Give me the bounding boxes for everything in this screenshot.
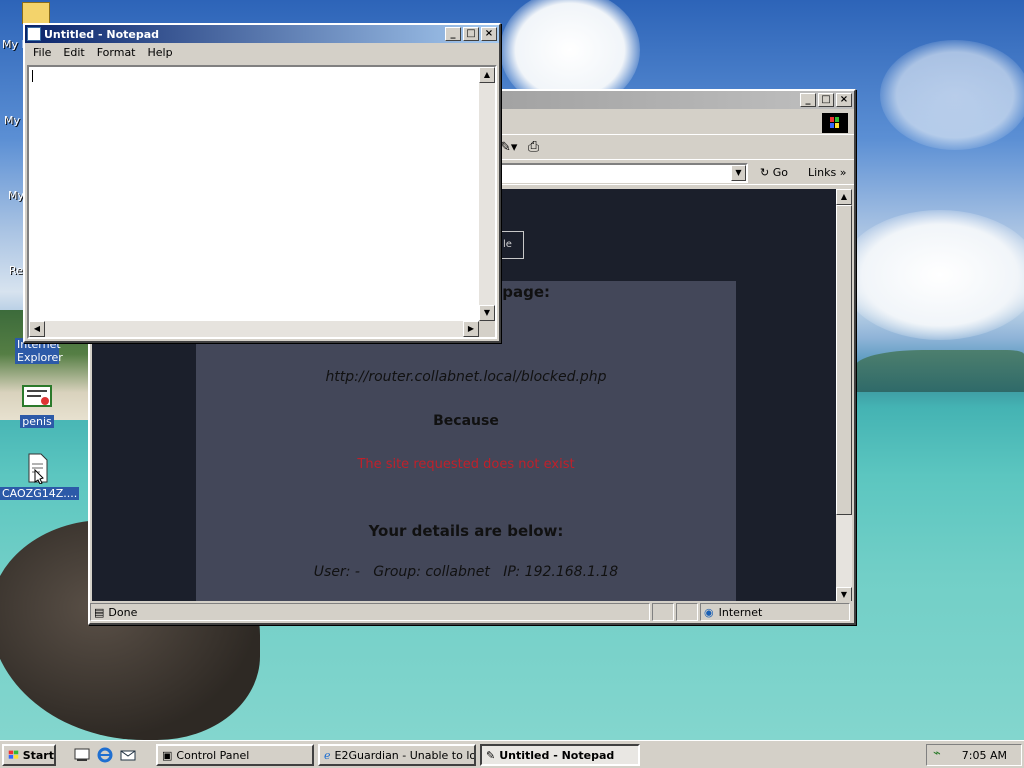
notepad-window[interactable]: Untitled - Notepad _ □ × File Edit Forma…	[23, 23, 501, 343]
start-button[interactable]: Start	[2, 744, 56, 766]
scroll-left-button[interactable]: ◀	[29, 321, 45, 337]
desktop-icon-label[interactable]: My	[4, 114, 20, 127]
minimize-button[interactable]: _	[800, 93, 816, 107]
horizontal-scrollbar[interactable]: ◀ ▶	[29, 321, 479, 337]
desktop-icon-label[interactable]: Re	[9, 264, 23, 277]
taskbar-button-notepad[interactable]: ✎ Untitled - Notepad	[480, 744, 640, 766]
text-caret	[32, 70, 33, 82]
maximize-button[interactable]: □	[463, 27, 479, 41]
vertical-scrollbar[interactable]: ▲ ▼	[479, 67, 495, 321]
chevron-right-icon: »	[839, 166, 847, 179]
ie-page-icon: ℯ	[324, 748, 331, 762]
my-documents-icon[interactable]	[22, 2, 50, 24]
go-arrow-icon: ↻	[760, 166, 770, 179]
go-button[interactable]: ↻ Go	[760, 166, 788, 179]
notepad-menubar: File Edit Format Help	[25, 43, 499, 61]
notepad-titlebar[interactable]: Untitled - Notepad _ □ ×	[25, 25, 499, 43]
internet-explorer-icon[interactable]	[97, 747, 113, 763]
close-button[interactable]: ×	[836, 93, 852, 107]
status-text-cell: ▤ Done	[90, 603, 650, 621]
scroll-right-button[interactable]: ▶	[463, 321, 479, 337]
control-panel-icon: ▣	[162, 748, 173, 762]
desktop-icon-label: CAOZG14Z....	[0, 487, 80, 500]
menu-edit[interactable]: Edit	[57, 46, 90, 59]
details-heading: Your details are below:	[368, 522, 564, 540]
taskbar: Start ▣ Control Panel ℯ E2Guardian - Una…	[0, 740, 1024, 768]
edit-icon[interactable]: ✎▾	[500, 140, 517, 155]
desktop-icon-label: penis	[20, 415, 54, 428]
zone-cell: ◉ Internet	[700, 603, 850, 621]
network-icon[interactable]: ⌁	[933, 746, 941, 761]
address-dropdown-button[interactable]: ▼	[731, 165, 746, 181]
notepad-icon	[27, 27, 41, 41]
scroll-up-button[interactable]: ▲	[479, 67, 495, 83]
windows-logo-icon	[822, 113, 848, 133]
window-title: Untitled - Notepad	[44, 27, 160, 41]
block-reason: The site requested does not exist	[357, 457, 575, 472]
outlook-express-icon[interactable]	[120, 747, 136, 763]
maximize-button[interactable]: □	[818, 93, 834, 107]
document-icon	[28, 453, 48, 484]
size-grip[interactable]	[479, 321, 495, 337]
scroll-thumb[interactable]	[836, 205, 852, 515]
scroll-down-button[interactable]: ▼	[479, 305, 495, 321]
page-icon: ▤	[94, 605, 105, 619]
scroll-up-button[interactable]: ▲	[836, 189, 852, 205]
print-icon[interactable]: ⎙	[528, 139, 539, 155]
address-input[interactable]: ▼	[500, 163, 748, 183]
windows-logo-icon	[8, 750, 19, 759]
cloud	[840, 210, 1024, 340]
notepad-icon: ✎	[486, 748, 496, 762]
distant-island	[855, 350, 1024, 392]
blocked-url: http://router.collabnet.local/blocked.ph…	[325, 369, 607, 385]
certificate-icon	[22, 385, 52, 407]
ie-statusbar: ▤ Done ◉ Internet	[90, 601, 854, 623]
desktop-icon-certificate[interactable]: penis	[0, 380, 74, 428]
vertical-scrollbar[interactable]: ▲ ▼	[836, 189, 852, 603]
menu-help[interactable]: Help	[142, 46, 179, 59]
because-label: Because	[433, 413, 499, 429]
globe-icon: ◉	[704, 605, 714, 619]
notepad-text-area[interactable]: ▲ ▼ ◀ ▶	[27, 65, 497, 339]
menu-file[interactable]: File	[27, 46, 57, 59]
desktop-icon-label[interactable]: My	[8, 189, 24, 202]
cloud	[880, 40, 1024, 150]
close-button[interactable]: ×	[481, 27, 497, 41]
minimize-button[interactable]: _	[445, 27, 461, 41]
taskbar-button-control-panel[interactable]: ▣ Control Panel	[156, 744, 314, 766]
clock[interactable]: 7:05 AM	[962, 749, 1007, 762]
user-details: User: - Group: collabnet IP: 192.168.1.1…	[313, 564, 619, 580]
show-desktop-icon[interactable]	[74, 747, 90, 763]
system-tray: ⌁ 7:05 AM	[926, 744, 1022, 766]
desktop-icon-document[interactable]: CAOZG14Z....	[0, 452, 80, 500]
links-button[interactable]: Links »	[808, 166, 847, 179]
menu-format[interactable]: Format	[91, 46, 142, 59]
taskbar-button-e2guardian[interactable]: ℯ E2Guardian - Unable to lo...	[318, 744, 476, 766]
